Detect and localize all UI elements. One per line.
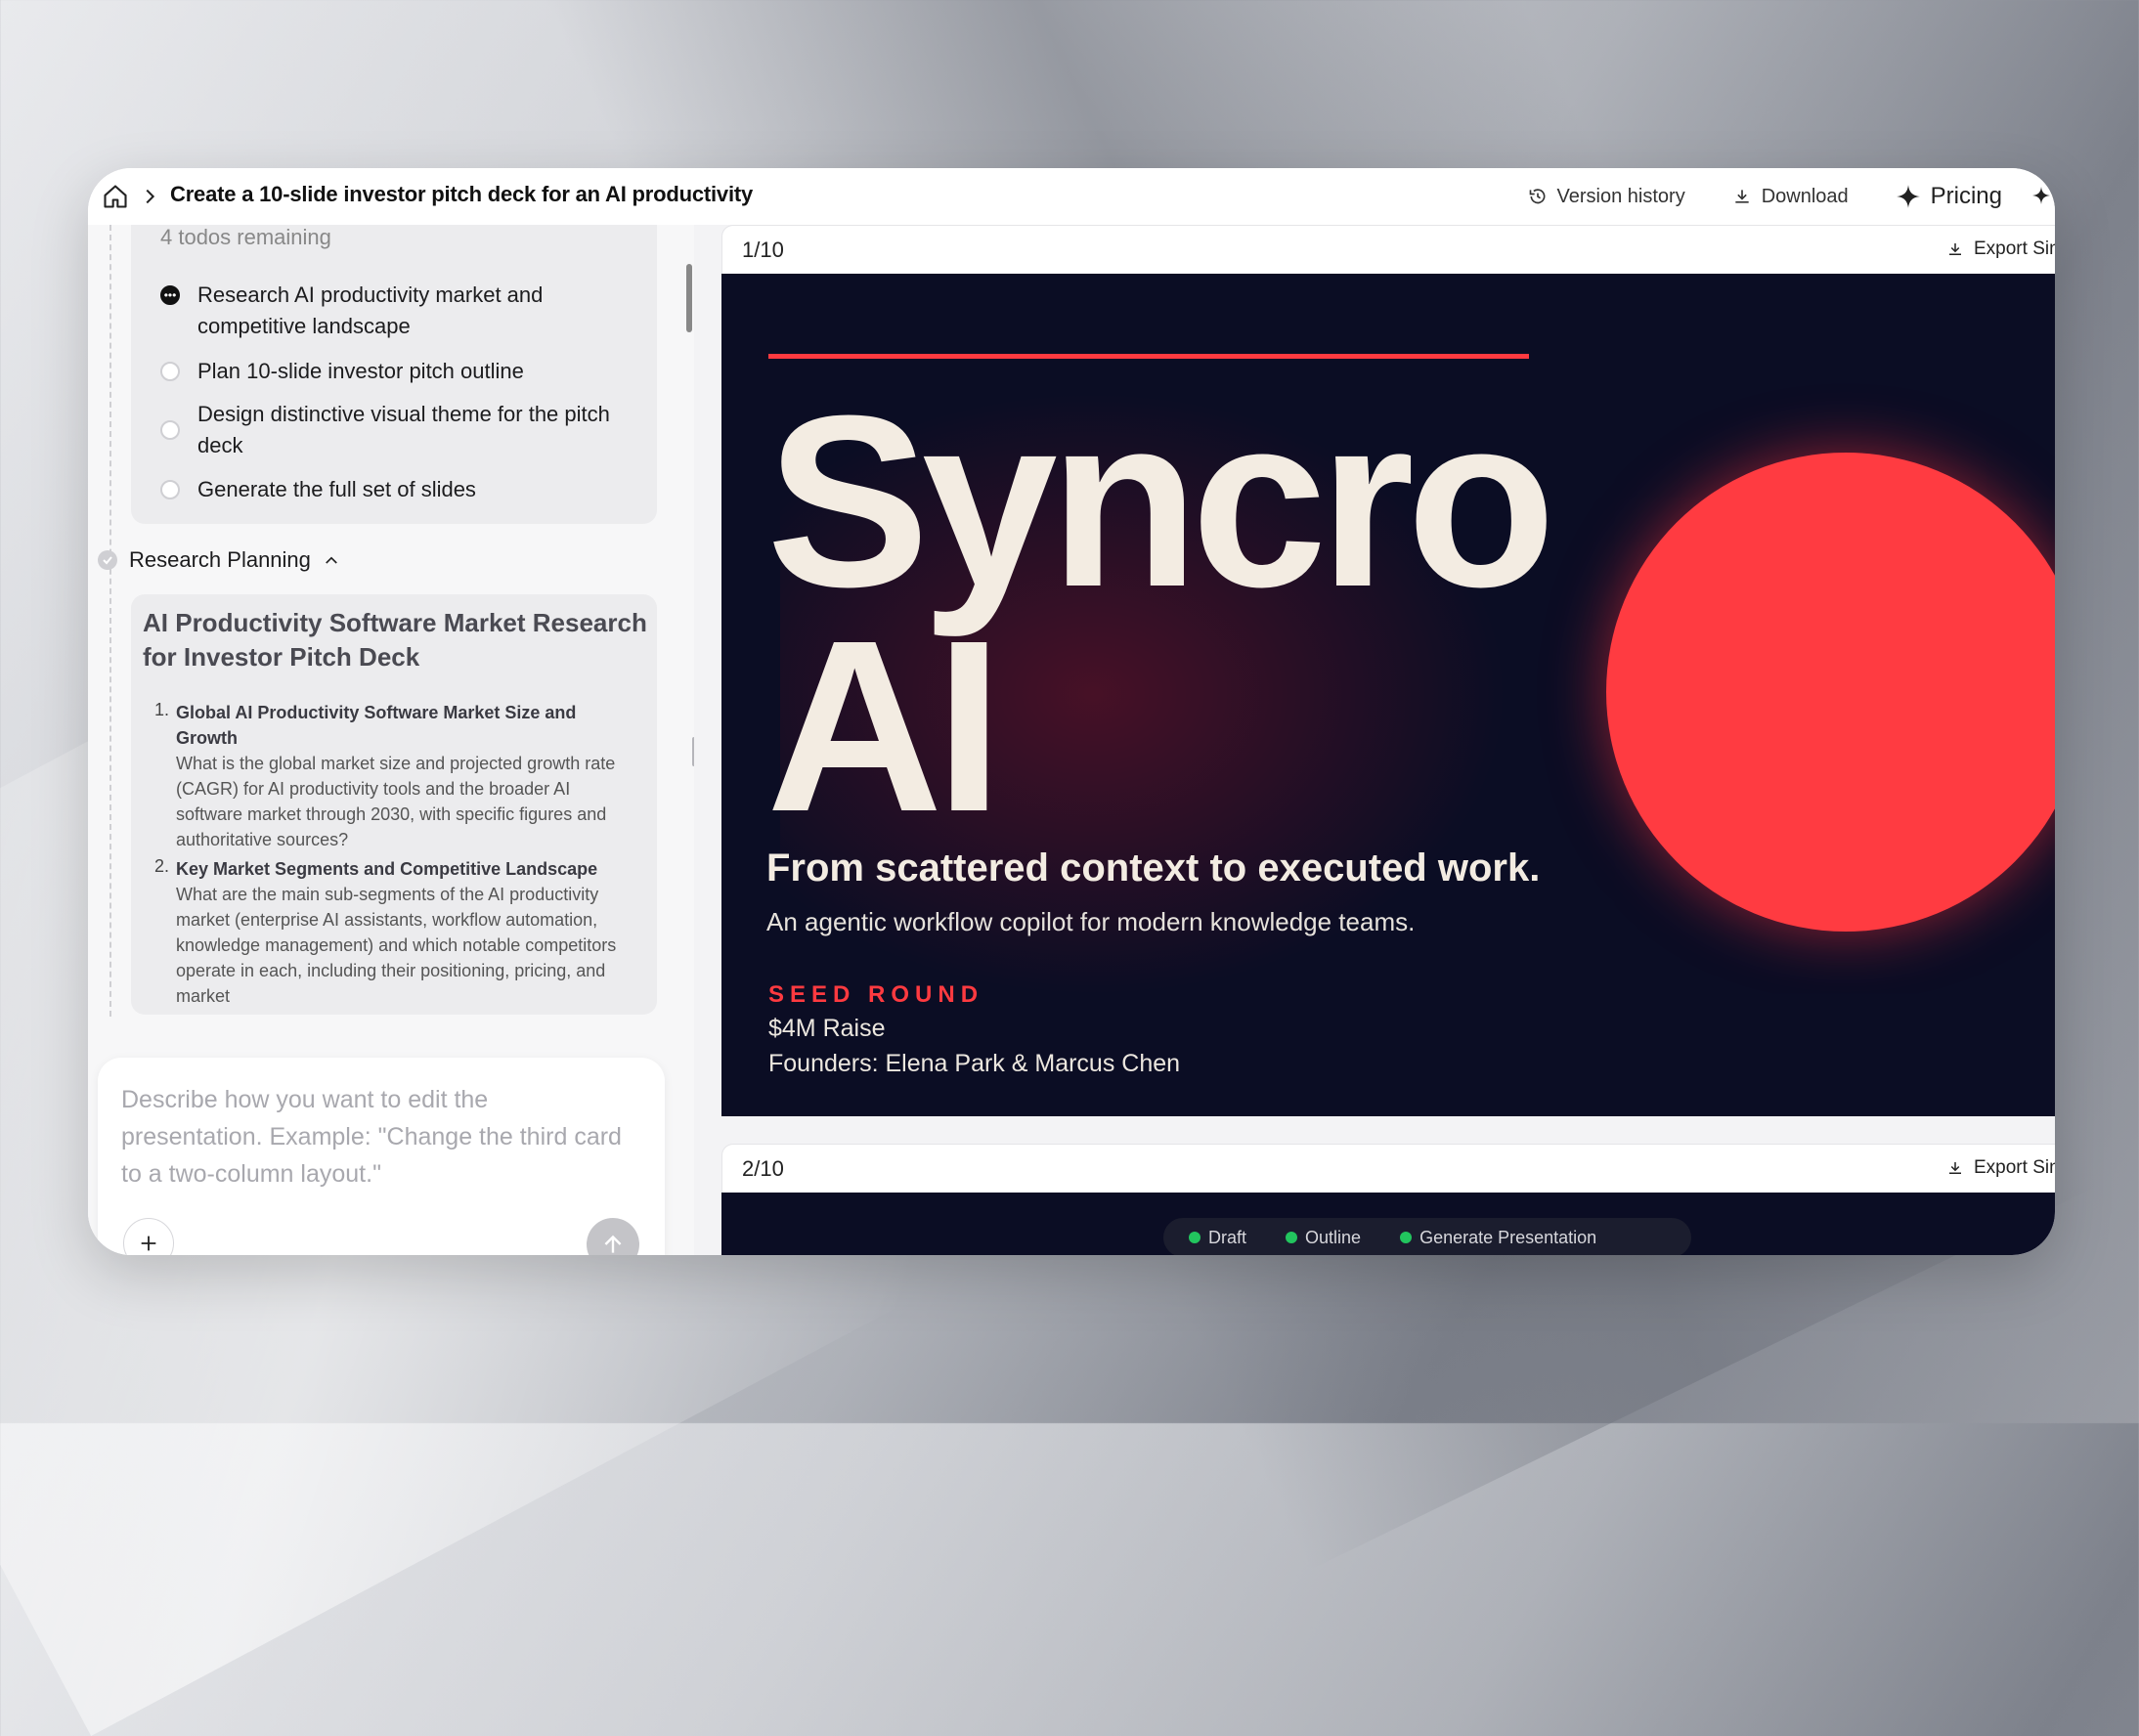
todo-item: Design distinctive visual theme for the … — [160, 399, 630, 461]
edit-composer: Describe how you want to edit the presen… — [98, 1058, 665, 1255]
slide-counter: 2/10 — [742, 1156, 784, 1181]
export-slide-button[interactable]: Export Sin — [1946, 239, 2055, 260]
research-planning-toggle[interactable]: Research Planning — [98, 547, 340, 573]
todo-label: Generate the full set of slides — [197, 477, 476, 501]
slide-counter: 1/10 — [742, 238, 784, 262]
question-heading: Global AI Productivity Software Market S… — [176, 703, 577, 748]
status-dot-icon — [1286, 1232, 1298, 1243]
todo-item: Plan 10-slide investor pitch outline — [160, 356, 630, 387]
founders-line: Founders: Elena Park & Marcus Chen — [768, 1050, 1181, 1077]
slide-title: Syncro AI — [766, 379, 1556, 848]
todo-label: Design distinctive visual theme for the … — [197, 402, 610, 457]
todo-item: ••• Research AI productivity market and … — [160, 280, 630, 342]
top-actions: Version history Download Pricing — [1528, 168, 2055, 225]
research-planning-label: Research Planning — [129, 547, 311, 572]
slide-2-preview[interactable]: Draft Outline Generate Presentation — [721, 1193, 2055, 1255]
slide-subtagline: An agentic workflow copilot for modern k… — [766, 907, 1416, 936]
todos-remaining-count: 4 todos remaining — [160, 225, 331, 249]
todo-list-card: 4 todos remaining ••• Research AI produc… — [131, 225, 657, 524]
slide-header: 1/10 Export Sin — [721, 225, 2055, 275]
title-line-2: AI — [766, 589, 1003, 862]
red-circle-graphic — [1606, 453, 2055, 932]
progress-step: Draft — [1189, 1228, 1246, 1248]
plus-icon — [141, 1236, 156, 1251]
research-question: 1. Global AI Productivity Software Marke… — [154, 700, 633, 852]
pricing-label: Pricing — [1930, 183, 2002, 209]
question-detail: What are the main sub-segments of the AI… — [176, 885, 617, 1006]
download-button[interactable]: Download — [1732, 186, 1849, 208]
status-dot-icon — [1400, 1232, 1413, 1243]
composer-input[interactable]: Describe how you want to edit the presen… — [121, 1081, 630, 1193]
send-button[interactable] — [587, 1218, 639, 1255]
progress-step: Outline — [1286, 1228, 1361, 1248]
ai-sparkle-button[interactable] — [2031, 184, 2055, 209]
progress-step-label: Draft — [1208, 1227, 1247, 1247]
research-question: 2. Key Market Segments and Competitive L… — [154, 856, 633, 1009]
ai-sparkles-icon — [2032, 186, 2055, 204]
chat-panel: 4 todos remaining ••• Research AI produc… — [88, 225, 696, 1255]
pending-circle-icon — [160, 480, 180, 499]
raise-amount: $4M Raise — [768, 1015, 886, 1042]
app-window: Create a 10-slide investor pitch deck fo… — [88, 168, 2055, 1255]
todo-label: Plan 10-slide investor pitch outline — [197, 359, 524, 383]
status-dot-icon — [1189, 1232, 1200, 1243]
export-slide-button[interactable]: Export Sin — [1946, 1157, 2055, 1179]
export-slide-label: Export Sin — [1974, 1157, 2055, 1178]
slide-tagline: From scattered context to executed work. — [766, 846, 1541, 890]
breadcrumb-chevron-icon — [146, 189, 155, 204]
scrollbar-thumb[interactable] — [686, 264, 692, 332]
download-label: Download — [1761, 185, 1849, 207]
document-title[interactable]: Create a 10-slide investor pitch deck fo… — [170, 182, 753, 207]
round-label: SEED ROUND — [768, 981, 984, 1008]
question-heading: Key Market Segments and Competitive Land… — [176, 859, 598, 879]
top-bar: Create a 10-slide investor pitch deck fo… — [88, 168, 2055, 225]
slides-panel: 1/10 Export Sin Syncro AI From scattered… — [694, 225, 2055, 1255]
download-icon — [1949, 1162, 1961, 1174]
check-icon — [98, 550, 117, 570]
accent-rule — [768, 354, 1529, 359]
question-detail: What is the global market size and proje… — [176, 754, 616, 849]
timeline-line — [109, 225, 111, 1017]
todo-item: Generate the full set of slides — [160, 474, 630, 505]
download-icon — [1949, 243, 1961, 255]
todo-label: Research AI productivity market and comp… — [197, 282, 544, 338]
history-icon — [1529, 189, 1546, 204]
version-history-label: Version history — [1556, 185, 1685, 207]
in-progress-icon: ••• — [160, 285, 180, 305]
question-number: 1. — [154, 700, 170, 719]
title-slide[interactable]: Syncro AI From scattered context to exec… — [721, 274, 2055, 1116]
export-slide-label: Export Sin — [1974, 239, 2055, 259]
pricing-button[interactable]: Pricing — [1896, 183, 2002, 210]
progress-step-label: Generate Presentation — [1419, 1227, 1597, 1247]
download-icon — [1735, 190, 1749, 203]
research-plan-title: AI Productivity Software Market Research… — [143, 608, 647, 672]
arrow-up-icon — [604, 1235, 622, 1253]
version-history-button[interactable]: Version history — [1528, 186, 1685, 208]
research-question-list: 1. Global AI Productivity Software Marke… — [154, 700, 633, 1013]
progress-step: Generate Presentation — [1400, 1228, 1596, 1248]
pending-circle-icon — [160, 420, 180, 440]
question-number: 2. — [154, 856, 170, 876]
progress-step-label: Outline — [1305, 1227, 1362, 1247]
slide-header: 2/10 Export Sin — [721, 1144, 2055, 1194]
add-attachment-button[interactable] — [123, 1218, 174, 1255]
sparkle-icon — [1896, 185, 1920, 208]
chevron-up-icon — [326, 556, 337, 564]
generation-progress: Draft Outline Generate Presentation — [1163, 1218, 1691, 1255]
pending-circle-icon — [160, 362, 180, 381]
research-plan-card: AI Productivity Software Market Research… — [131, 594, 657, 1015]
home-icon[interactable] — [102, 183, 129, 210]
